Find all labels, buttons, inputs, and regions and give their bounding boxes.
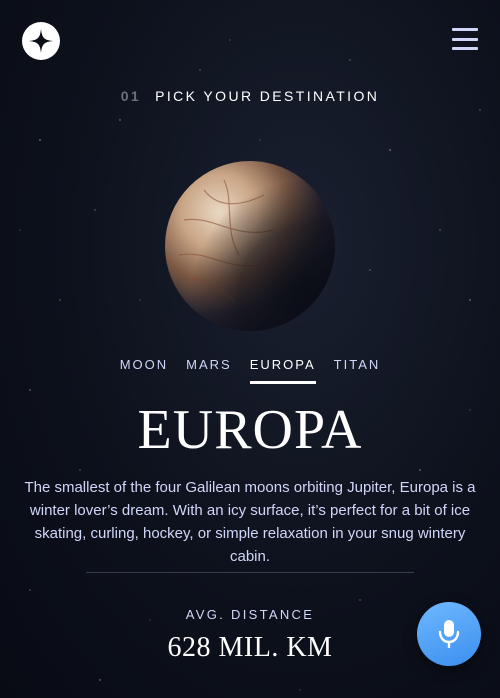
star-logo-icon	[29, 29, 53, 53]
microphone-icon	[438, 620, 460, 648]
heading-number: 01	[120, 88, 142, 104]
destination-tabs: MOON MARS EUROPA TITAN	[0, 357, 500, 384]
europa-image	[164, 160, 336, 332]
tab-titan[interactable]: TITAN	[334, 357, 381, 384]
tab-mars[interactable]: MARS	[186, 357, 232, 384]
destination-description: The smallest of the four Galilean moons …	[24, 479, 476, 565]
divider	[86, 572, 414, 573]
heading-text: PICK YOUR DESTINATION	[155, 88, 380, 104]
tab-moon[interactable]: MOON	[120, 357, 168, 384]
mic-button[interactable]	[417, 602, 481, 666]
page-heading: 01 PICK YOUR DESTINATION	[0, 88, 500, 104]
destination-title: EUROPA	[137, 399, 363, 461]
tab-europa[interactable]: EUROPA	[249, 357, 316, 384]
hamburger-menu-icon[interactable]	[452, 28, 478, 50]
starfield-background	[19, 39, 481, 691]
logo[interactable]	[22, 22, 60, 60]
